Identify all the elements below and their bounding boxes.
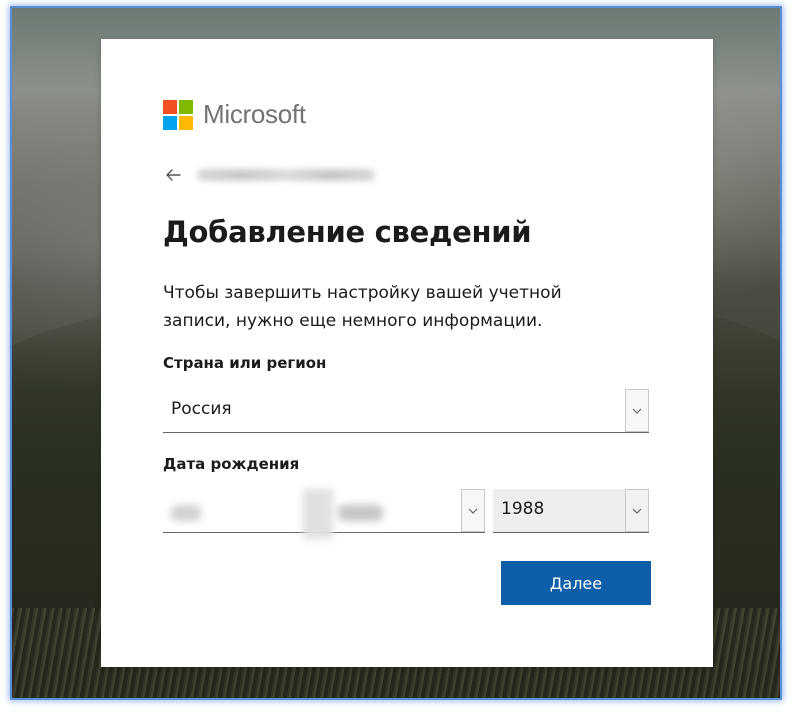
account-email-redacted [197, 169, 375, 181]
next-button[interactable]: Далее [501, 561, 651, 605]
chevron-down-icon[interactable] [625, 489, 649, 532]
back-row [163, 164, 375, 186]
country-value: Россия [171, 399, 232, 419]
birth-year-value: 1988 [501, 499, 545, 519]
logo-text: Microsoft [203, 99, 306, 129]
country-label: Страна или регион [163, 354, 327, 372]
microsoft-logo: Microsoft [163, 99, 306, 130]
signup-card: Microsoft Добавление сведений Чтобы заве… [101, 39, 713, 667]
microsoft-logo-icon [163, 99, 193, 130]
screenshot-frame: Microsoft Добавление сведений Чтобы заве… [12, 8, 780, 698]
birthdate-label: Дата рождения [163, 455, 300, 473]
birth-day-redacted [171, 505, 201, 521]
page-title: Добавление сведений [163, 215, 532, 249]
birth-month-redacted [338, 505, 383, 521]
country-select[interactable]: Россия [163, 389, 649, 433]
birth-year-select[interactable]: 1988 [493, 489, 649, 533]
chevron-down-icon[interactable] [461, 489, 485, 532]
arrow-left-icon[interactable] [163, 165, 183, 185]
birth-day-month-select[interactable] [163, 489, 485, 539]
chevron-down-icon[interactable] [625, 389, 649, 432]
redaction-blur [303, 489, 333, 539]
page-description: Чтобы завершить настройку вашей учетной … [163, 283, 562, 331]
